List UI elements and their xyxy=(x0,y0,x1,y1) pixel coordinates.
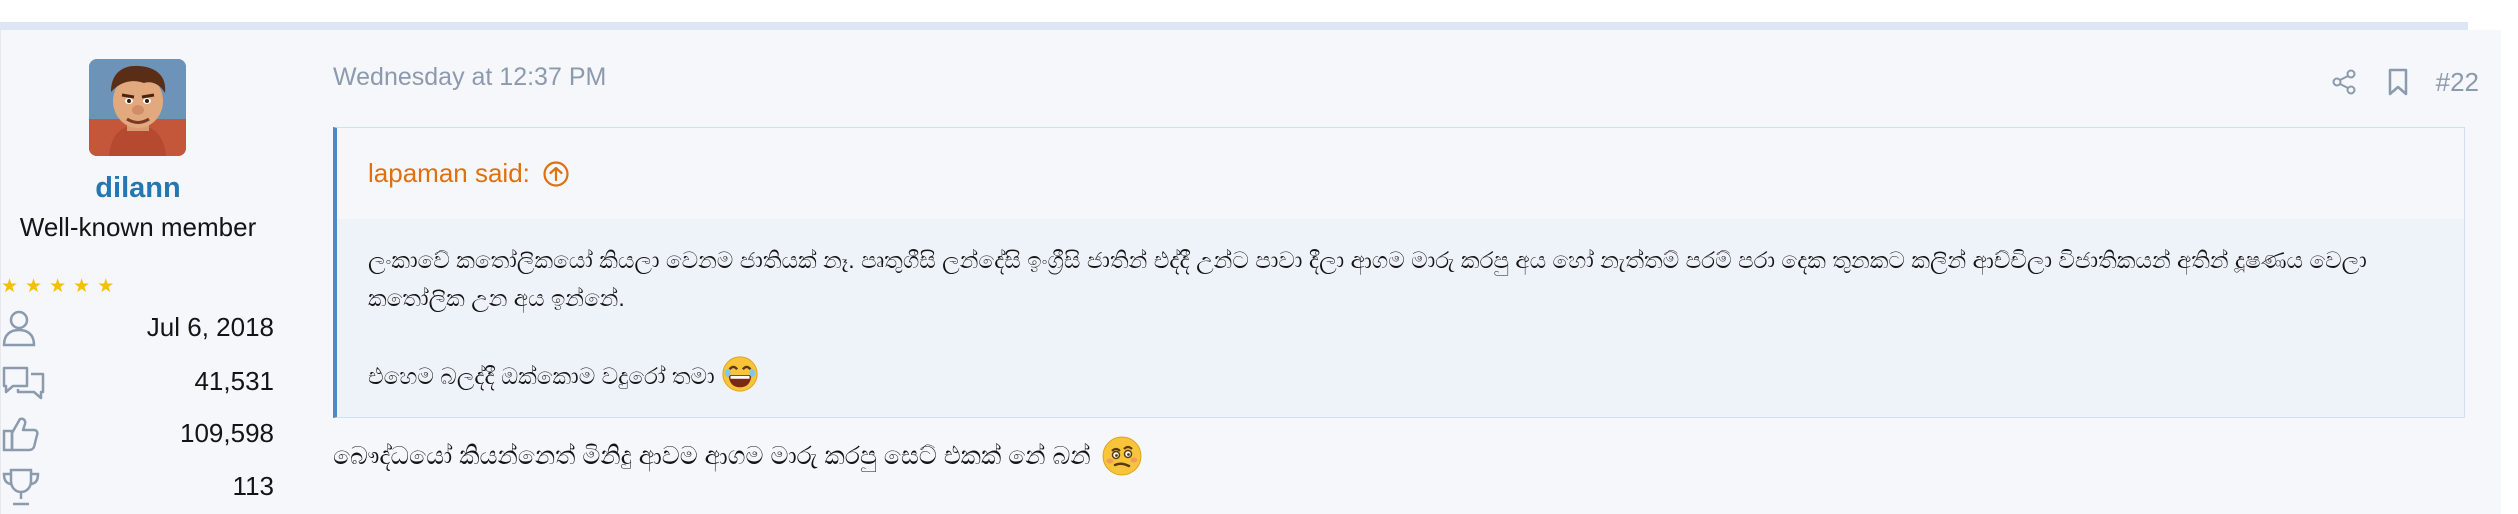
arrow-up-circle-icon[interactable] xyxy=(542,160,570,188)
stat-joined: Jul 6, 2018 xyxy=(1,308,276,348)
avatar[interactable] xyxy=(89,59,186,156)
quote-author-link[interactable]: lapaman said: xyxy=(368,158,530,189)
stat-value: 41,531 xyxy=(194,366,274,396)
avatar-image xyxy=(89,59,186,156)
star-icon: ★ xyxy=(25,276,43,297)
message-content: Wednesday at 12:37 PM #22 lapaman said: xyxy=(333,30,2479,514)
quote-block: lapaman said: ලංකාවේ කතෝලිකයෝ කියලා වෙනම… xyxy=(333,127,2465,418)
forum-post: dilann Well-known member ★ ★ ★ ★ ★ Jul 6… xyxy=(0,30,2501,514)
stat-value: 113 xyxy=(232,471,274,501)
stat-value: Jul 6, 2018 xyxy=(146,312,274,342)
username-link[interactable]: dilann xyxy=(1,172,275,205)
reply-text: බෞද්ධයෝ කියන්නෙත් මිනිදු ආවම ආගම මාරු කර… xyxy=(333,441,1091,470)
user-title: Well-known member xyxy=(19,212,257,242)
quote-paragraph-last: එහෙම බලද්දී ඔක්කොම වදුරෝ තමා xyxy=(368,355,2433,395)
dizzy-emoji-icon xyxy=(1102,436,1142,476)
laughing-emoji-icon xyxy=(722,356,758,392)
bookmark-button[interactable] xyxy=(2382,66,2414,98)
user-rating-stars: ★ ★ ★ ★ ★ xyxy=(1,275,115,297)
stat-reactions: 109,598 xyxy=(1,414,276,454)
reply-text-line: බෞද්ධයෝ කියන්නෙත් මිනිදු ආවම ආගම මාරු කර… xyxy=(333,435,1143,477)
star-icon: ★ xyxy=(1,276,19,297)
post-number-link[interactable]: #22 xyxy=(2436,67,2479,98)
stat-value: 109,598 xyxy=(180,418,274,448)
trophy-icon xyxy=(2,468,40,506)
share-icon xyxy=(2332,69,2356,95)
thumbs-up-icon xyxy=(2,417,39,452)
star-icon: ★ xyxy=(97,276,115,297)
stat-trophies: 113 xyxy=(1,467,276,507)
messages-icon xyxy=(2,366,45,400)
user-icon xyxy=(2,310,36,347)
quote-paragraph: ලංකාවේ කතෝලිකයෝ කියලා වෙනම ජාතියක් නෑ. ප… xyxy=(368,247,2367,311)
page-top-divider xyxy=(0,22,2468,30)
star-icon: ★ xyxy=(73,276,91,297)
star-icon: ★ xyxy=(49,276,67,297)
post-actions: #22 xyxy=(2328,65,2479,99)
quote-text: එහෙම බලද්දී ඔක්කොම වදුරෝ තමා xyxy=(368,363,715,389)
stat-messages: 41,531 xyxy=(1,362,276,402)
post-date-link[interactable]: Wednesday at 12:37 PM xyxy=(333,63,606,92)
bookmark-icon xyxy=(2388,68,2407,96)
quote-header: lapaman said: xyxy=(337,128,2464,219)
user-info-panel: dilann Well-known member ★ ★ ★ ★ ★ Jul 6… xyxy=(1,30,291,514)
quote-body: ලංකාවේ කතෝලිකයෝ කියලා වෙනම ජාතියක් නෑ. ප… xyxy=(337,219,2464,395)
share-button[interactable] xyxy=(2328,66,2360,98)
